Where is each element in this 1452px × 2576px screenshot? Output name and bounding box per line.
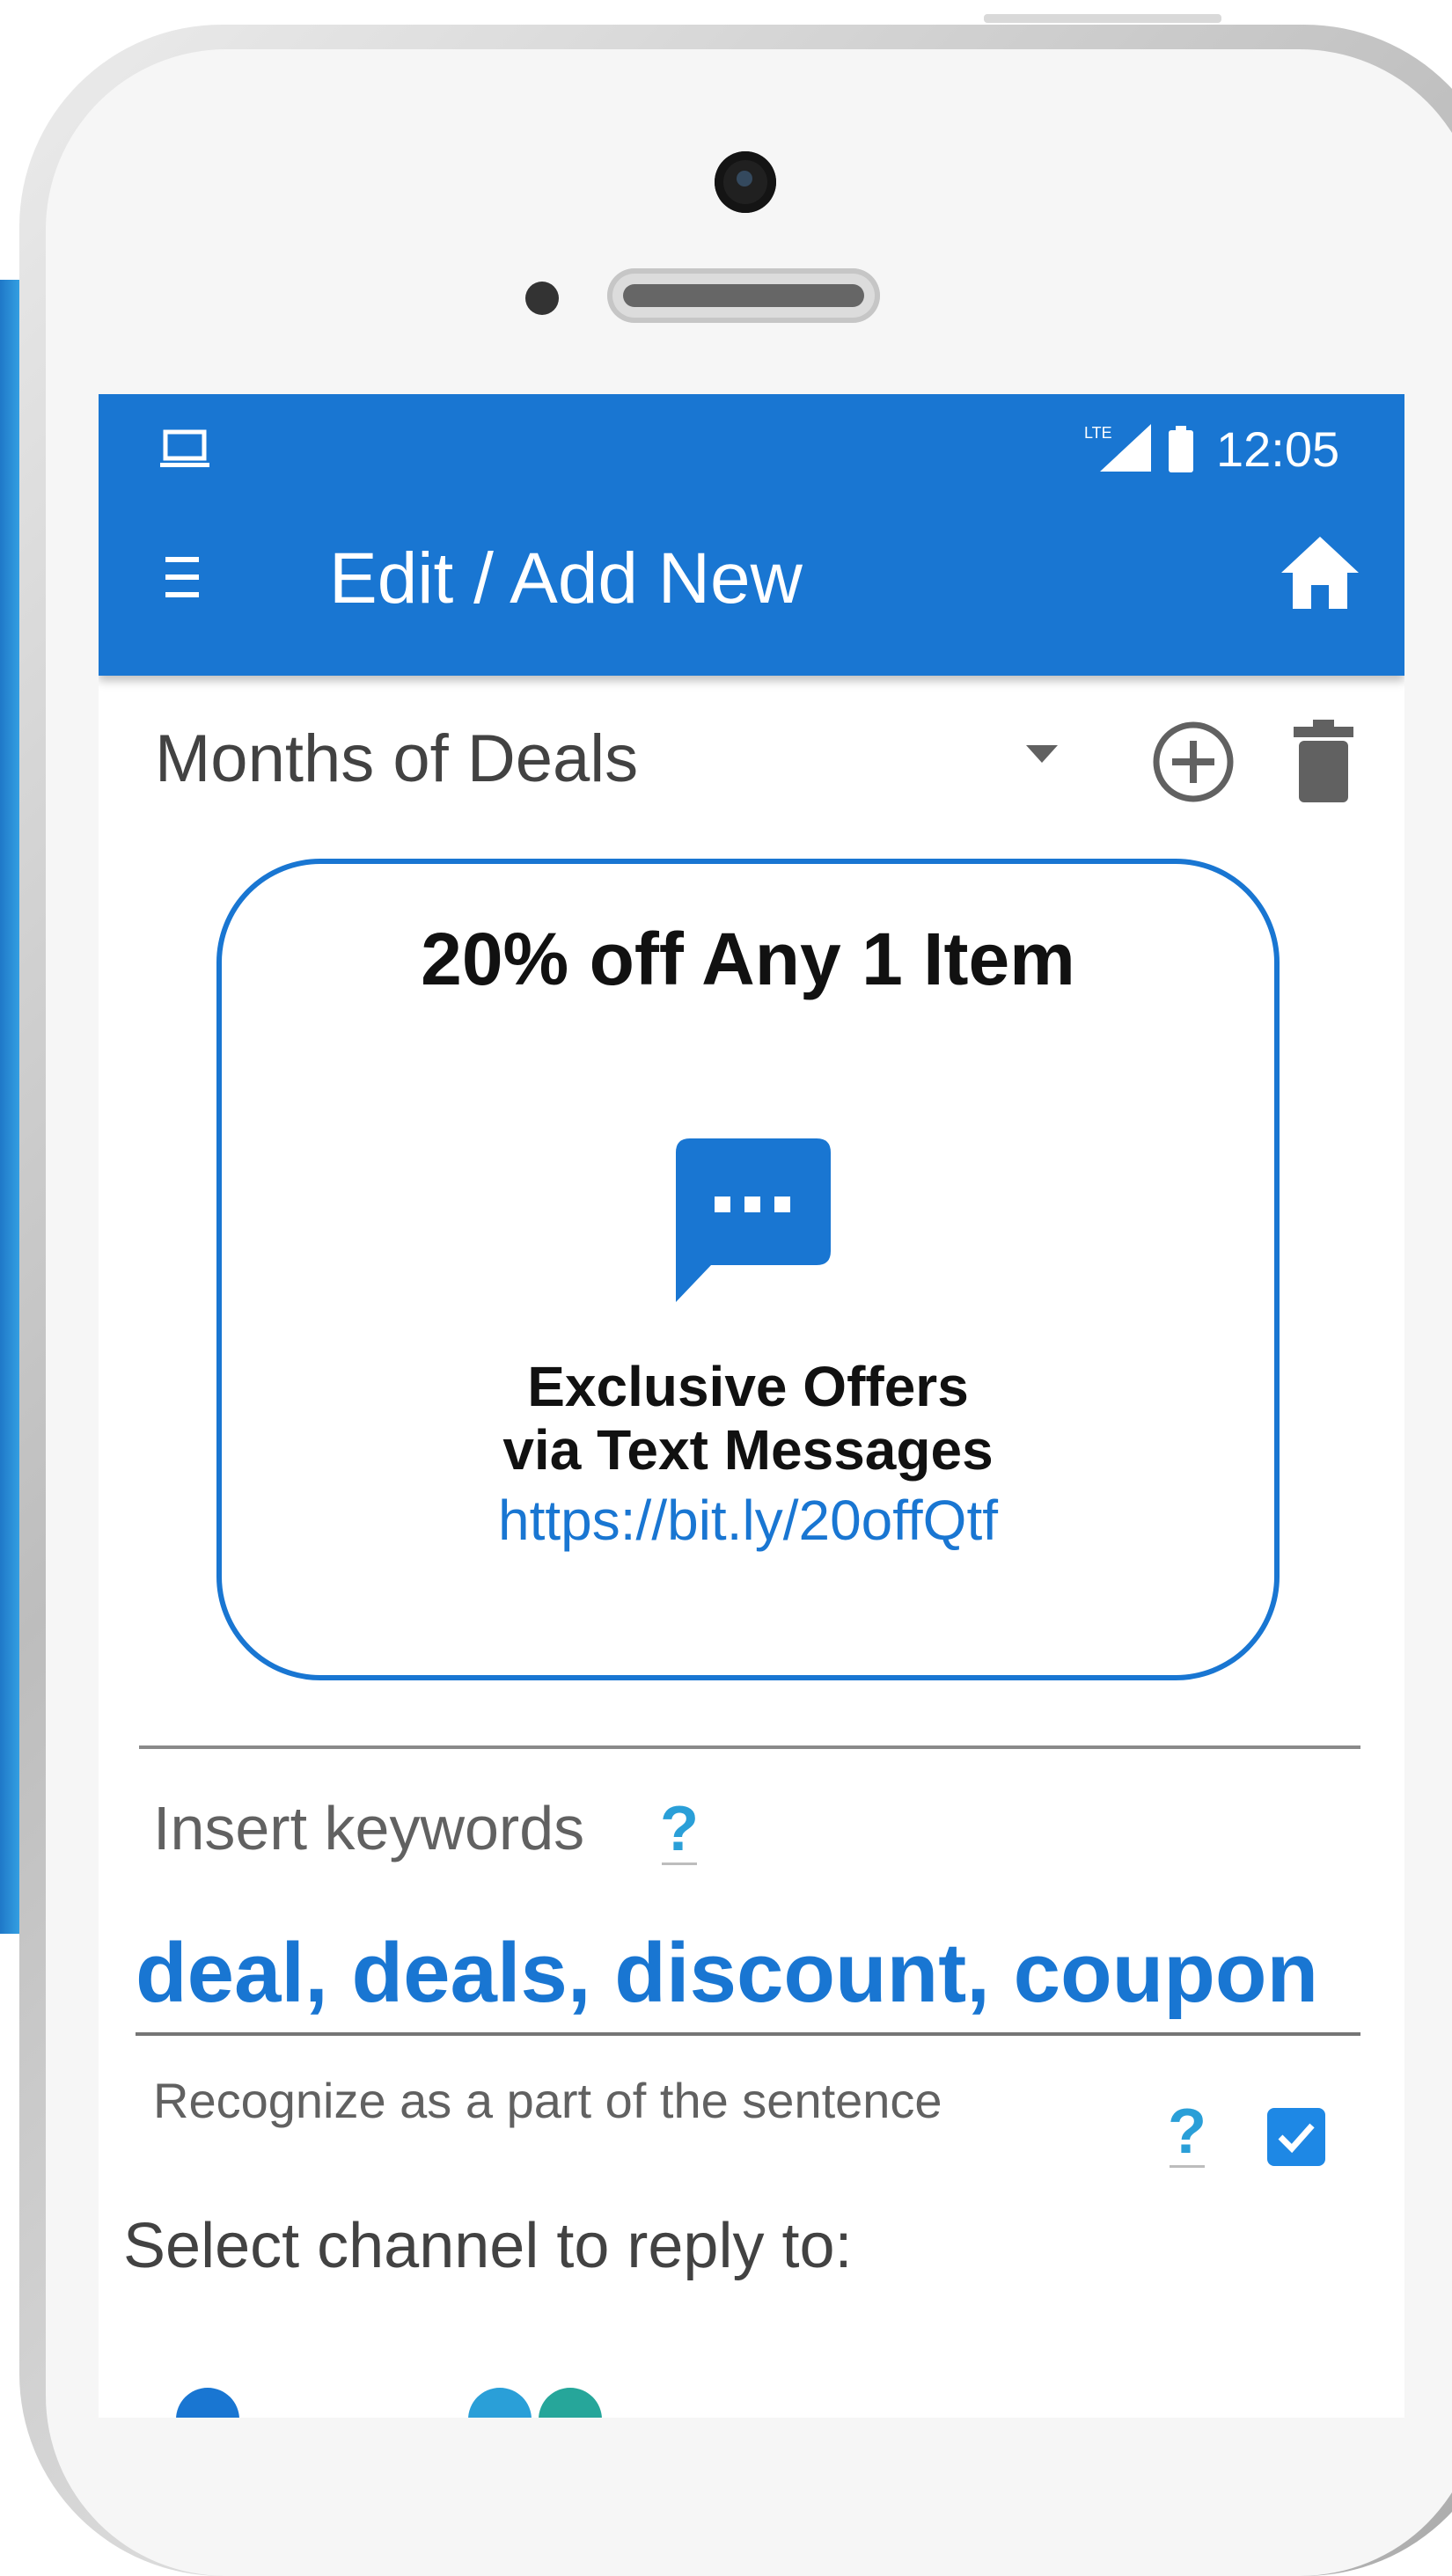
home-icon[interactable] bbox=[1280, 535, 1360, 611]
lte-signal-icon: LTE bbox=[1084, 424, 1151, 472]
phone-screen: LTE 12:05 Edit / Add New Months of Deals bbox=[99, 394, 1404, 2418]
trash-icon[interactable] bbox=[1292, 718, 1355, 804]
message-preview-card: 20% off Any 1 Item Exclusive Offers via … bbox=[216, 859, 1280, 1680]
phone-top-button bbox=[984, 14, 1221, 23]
campaign-select-value[interactable]: Months of Deals bbox=[155, 711, 638, 808]
svg-text:LTE: LTE bbox=[1084, 424, 1112, 442]
battery-icon bbox=[1169, 426, 1193, 472]
dropdown-arrow-icon[interactable] bbox=[1024, 743, 1060, 765]
sentence-match-label: Recognize as a part of the sentence bbox=[153, 2073, 942, 2128]
keywords-input-underline bbox=[136, 2032, 1360, 2036]
menu-icon[interactable] bbox=[162, 554, 206, 600]
add-circle-icon[interactable] bbox=[1151, 720, 1236, 804]
check-icon bbox=[1278, 2123, 1315, 2154]
sentence-match-checkbox[interactable] bbox=[1267, 2108, 1325, 2166]
channel-select-label: Select channel to reply to: bbox=[123, 2211, 853, 2281]
preview-offer-line-1: Exclusive Offers bbox=[527, 1355, 969, 1418]
keywords-input[interactable]: deal, deals, discount, coupon bbox=[136, 1921, 1318, 2026]
section-divider bbox=[139, 1745, 1360, 1749]
preview-title: 20% off Any 1 Item bbox=[421, 918, 1075, 1000]
channel-options-preview bbox=[176, 2388, 602, 2418]
status-time: 12:05 bbox=[1216, 421, 1340, 477]
front-sensor bbox=[525, 282, 559, 315]
earpiece-speaker bbox=[607, 268, 880, 323]
front-camera bbox=[715, 151, 776, 213]
preview-link[interactable]: https://bit.ly/20offQtf bbox=[222, 1485, 1274, 1555]
sentence-help-icon[interactable]: ? bbox=[1168, 2092, 1206, 2171]
preview-offer-line-2: via Text Messages bbox=[502, 1418, 994, 1482]
page-title: Edit / Add New bbox=[329, 538, 803, 618]
keywords-label: Insert keywords bbox=[153, 1794, 585, 1862]
chat-bubble-icon bbox=[676, 1138, 831, 1302]
keywords-help-icon[interactable]: ? bbox=[660, 1789, 699, 1869]
laptop-icon bbox=[160, 429, 209, 467]
app-bar: LTE 12:05 Edit / Add New bbox=[99, 394, 1404, 676]
